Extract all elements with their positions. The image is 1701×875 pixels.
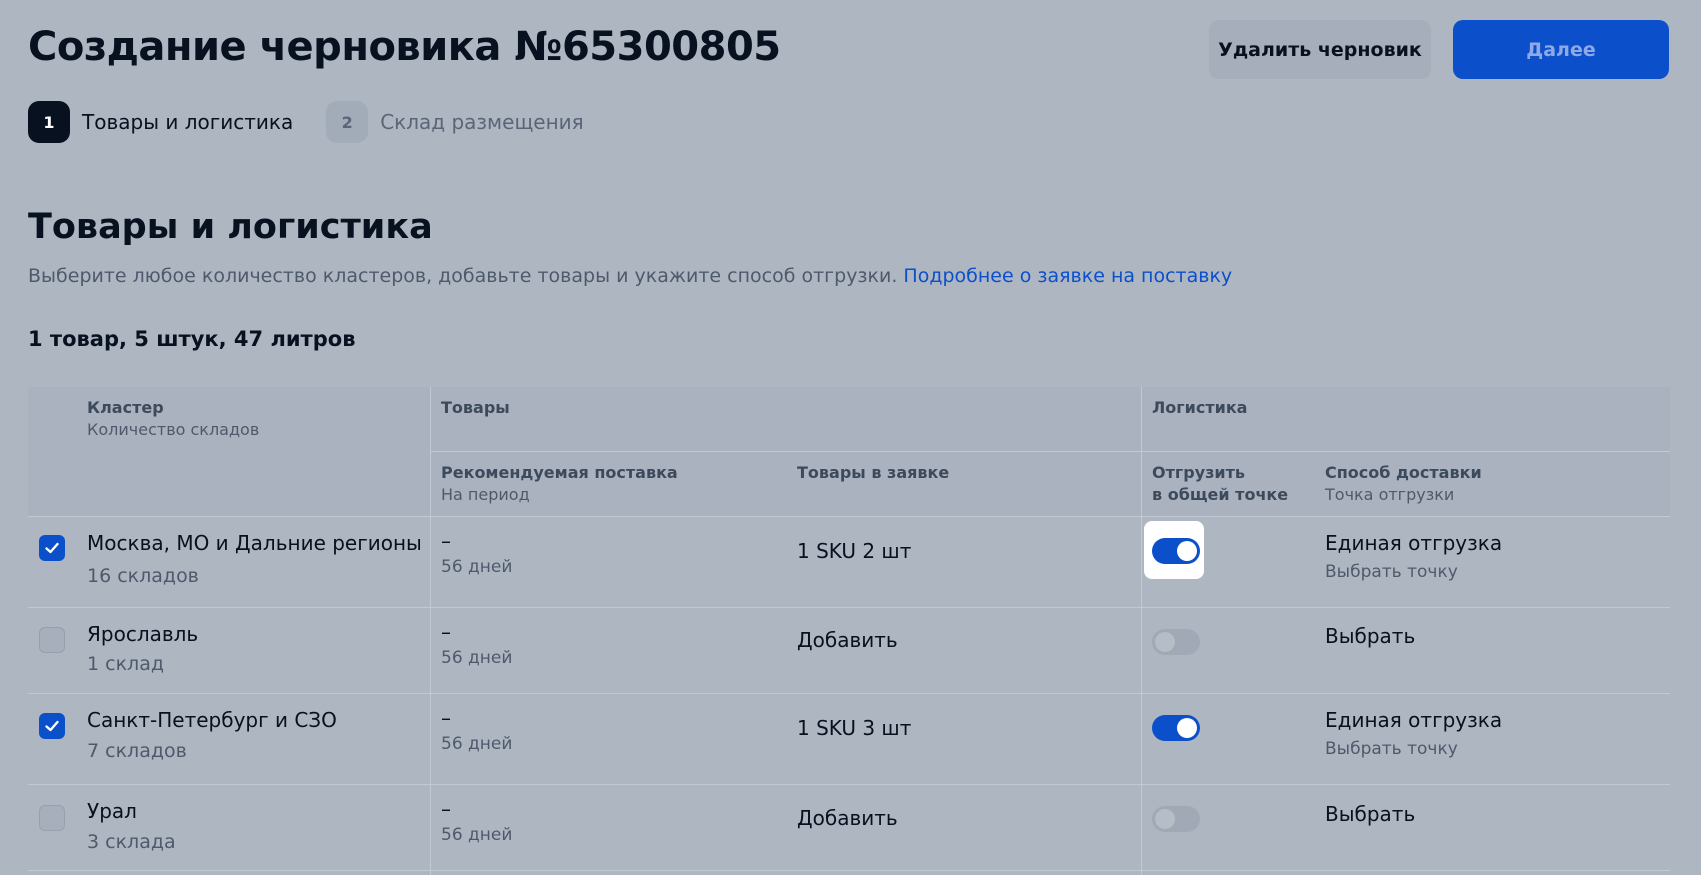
delivery-method[interactable]: Единая отгрузка (1325, 531, 1502, 555)
recommended-period: 56 дней (441, 648, 513, 668)
cluster-warehouses: 7 складов (87, 740, 187, 762)
recommended-value: – (441, 706, 451, 730)
delivery-method[interactable]: Единая отгрузка (1325, 708, 1502, 732)
header-goods: Товары (441, 398, 510, 417)
header-cluster-sub: Количество складов (87, 420, 260, 439)
page-title: Создание черновика №65300805 (28, 24, 781, 70)
ship-common-toggle[interactable] (1144, 789, 1204, 847)
header-delivery: Способ доставки (1325, 463, 1482, 482)
row-divider (28, 693, 1670, 694)
next-button[interactable]: Далее (1453, 20, 1669, 79)
table-header (28, 387, 1670, 451)
header-in-request: Товары в заявке (797, 463, 950, 482)
step-number: 1 (28, 101, 70, 143)
section-title: Товары и логистика (28, 207, 433, 247)
step-label: Товары и логистика (82, 110, 294, 134)
recommended-value: – (441, 797, 451, 821)
toggle-switch (1152, 538, 1200, 564)
header-ship-common: Отгрузить (1152, 463, 1246, 482)
row-divider (28, 607, 1670, 608)
cluster-name: Санкт-Петербург и СЗО (87, 708, 337, 732)
request-goods[interactable]: 1 SKU 2 шт (797, 539, 911, 563)
row-divider (28, 516, 1670, 517)
ship-common-toggle[interactable] (1144, 521, 1204, 579)
ship-common-toggle[interactable] (1144, 698, 1204, 756)
select-delivery-button[interactable]: Выбрать (1325, 624, 1415, 648)
column-divider (1141, 387, 1142, 875)
toggle-knob (1177, 541, 1197, 561)
recommended-value: – (441, 620, 451, 644)
cluster-warehouses: 3 склада (87, 831, 176, 853)
check-icon (45, 720, 59, 732)
row-checkbox[interactable] (39, 713, 65, 739)
cluster-name: Ярославль (87, 622, 199, 646)
supply-request-help-link[interactable]: Подробнее о заявке на поставку (903, 265, 1232, 287)
row-checkbox[interactable] (39, 805, 65, 831)
recommended-period: 56 дней (441, 557, 513, 577)
recommended-period: 56 дней (441, 734, 513, 754)
step-goods-logistics[interactable]: 1 Товары и логистика (28, 101, 293, 143)
step-label: Склад размещения (380, 110, 584, 134)
row-divider (28, 784, 1670, 785)
toggle-switch (1152, 715, 1200, 741)
toggle-switch (1152, 806, 1200, 832)
row-checkbox[interactable] (39, 627, 65, 653)
toggle-switch (1152, 629, 1200, 655)
page: Создание черновика №65300805 Удалить чер… (0, 0, 1701, 875)
header-cluster: Кластер (87, 398, 164, 417)
column-divider (430, 387, 431, 875)
row-divider (28, 870, 1670, 871)
select-point-link[interactable]: Выбрать точку (1325, 739, 1458, 759)
delete-draft-button[interactable]: Удалить черновик (1209, 20, 1431, 79)
toggle-knob (1155, 809, 1175, 829)
header-logistics: Логистика (1152, 398, 1248, 417)
section-description: Выберите любое количество кластеров, доб… (28, 265, 1232, 287)
goods-summary: 1 товар, 5 штук, 47 литров (28, 327, 356, 351)
cluster-warehouses: 1 склад (87, 653, 164, 675)
recommended-value: – (441, 529, 451, 553)
description-text: Выберите любое количество кластеров, доб… (28, 265, 898, 287)
header-ship-common-2: в общей точке (1152, 485, 1289, 504)
step-number: 2 (326, 101, 369, 143)
header-recommended-sub: На период (441, 485, 530, 504)
row-checkbox[interactable] (39, 535, 65, 561)
add-goods-button[interactable]: Добавить (797, 628, 898, 652)
request-goods[interactable]: 1 SKU 3 шт (797, 716, 911, 740)
table-header-cluster-bg (28, 451, 430, 516)
select-point-link[interactable]: Выбрать точку (1325, 562, 1458, 582)
toggle-knob (1177, 718, 1197, 738)
cluster-warehouses: 16 складов (87, 565, 199, 587)
cluster-name: Урал (87, 799, 137, 823)
cluster-name: Москва, МО и Дальние регионы (87, 531, 422, 555)
step-warehouse[interactable]: 2 Склад размещения (326, 101, 584, 143)
toggle-knob (1155, 632, 1175, 652)
header-recommended: Рекомендуемая поставка (441, 463, 678, 482)
header-delivery-sub: Точка отгрузки (1325, 485, 1455, 504)
clusters-table: Кластер Количество складов Товары Логист… (28, 387, 1670, 875)
check-icon (45, 542, 59, 554)
ship-common-toggle[interactable] (1144, 612, 1204, 670)
add-goods-button[interactable]: Добавить (797, 806, 898, 830)
stepper: 1 Товары и логистика 2 Склад размещения (28, 101, 617, 143)
select-delivery-button[interactable]: Выбрать (1325, 802, 1415, 826)
recommended-period: 56 дней (441, 825, 513, 845)
